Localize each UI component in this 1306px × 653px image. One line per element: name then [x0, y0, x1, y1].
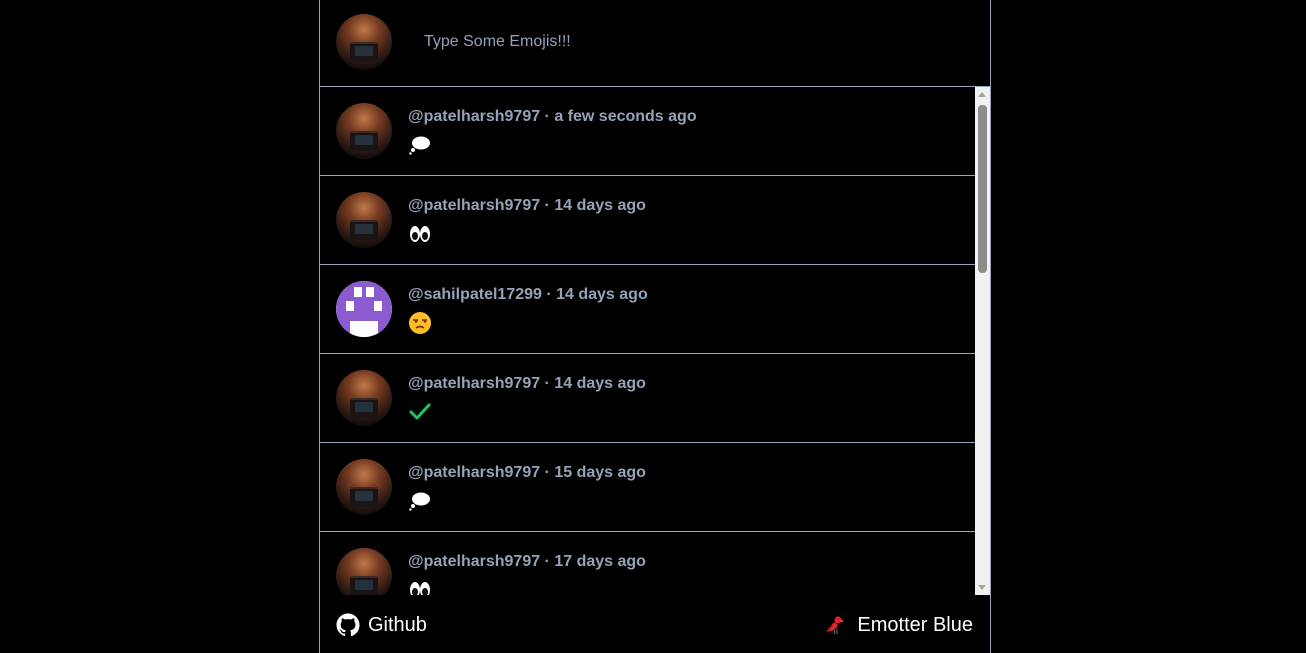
list-item: @sahilpatel17299 · 14 days ago [320, 265, 975, 354]
post-feed[interactable]: @patelharsh9797 · a few seconds ago @pat… [320, 87, 990, 595]
github-icon [336, 613, 360, 637]
scrollbar-thumb[interactable] [978, 105, 987, 273]
list-item: @patelharsh9797 · 17 days ago [320, 532, 975, 595]
post-meta[interactable]: @patelharsh9797 · 17 days ago [408, 553, 646, 571]
emotter-blue-label[interactable]: Emotter Blue [857, 614, 973, 637]
avatar[interactable] [336, 370, 392, 426]
avatar[interactable] [336, 103, 392, 159]
scroll-up-arrow-icon[interactable] [978, 92, 986, 97]
bird-icon [823, 613, 847, 637]
post-meta[interactable]: @sahilpatel17299 · 14 days ago [408, 286, 648, 304]
list-item: @patelharsh9797 · a few seconds ago [320, 87, 975, 176]
post-meta[interactable]: @patelharsh9797 · 14 days ago [408, 197, 646, 215]
identicon-avatar[interactable] [336, 281, 392, 337]
list-item: @patelharsh9797 · 14 days ago [320, 176, 975, 265]
list-item: @patelharsh9797 · 15 days ago [320, 443, 975, 532]
thought-balloon-icon [408, 489, 434, 513]
emotter-blue-link[interactable]: Emotter Blue [823, 613, 973, 637]
post-meta[interactable]: @patelharsh9797 · a few seconds ago [408, 108, 697, 126]
scroll-down-arrow-icon[interactable] [978, 585, 986, 590]
github-label[interactable]: Github [368, 614, 427, 637]
list-item: @patelharsh9797 · 14 days ago [320, 354, 975, 443]
footer: Github Emotter Blue [320, 595, 990, 653]
thought-balloon-icon [408, 133, 434, 157]
post-meta[interactable]: @patelharsh9797 · 14 days ago [408, 375, 646, 393]
feed-scrollbar[interactable] [975, 87, 990, 595]
check-mark-icon [408, 400, 434, 424]
post-meta[interactable]: @patelharsh9797 · 15 days ago [408, 464, 646, 482]
avatar[interactable] [336, 548, 392, 595]
composer [320, 0, 990, 87]
app-container: @patelharsh9797 · a few seconds ago @pat… [319, 0, 991, 653]
emoji-input[interactable] [416, 30, 956, 54]
eyes-icon [408, 222, 434, 246]
current-user-avatar [336, 14, 392, 70]
github-link[interactable]: Github [336, 613, 427, 637]
avatar[interactable] [336, 459, 392, 515]
unamused-face-icon [408, 311, 434, 335]
avatar[interactable] [336, 192, 392, 248]
eyes-icon [408, 578, 434, 595]
